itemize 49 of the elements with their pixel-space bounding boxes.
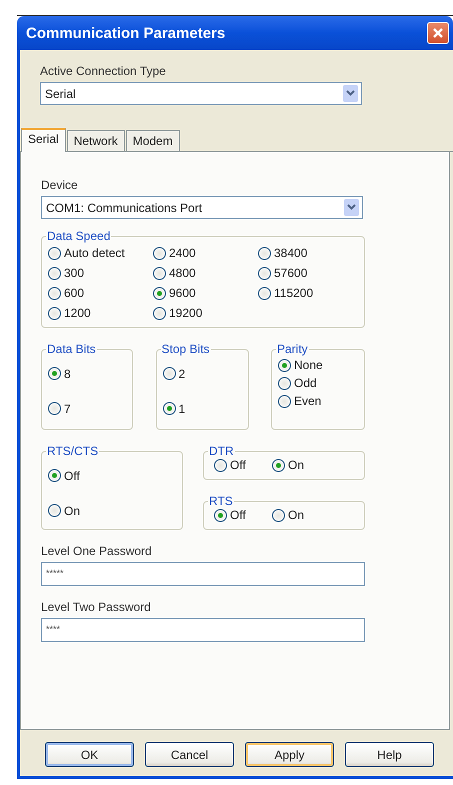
radio-button[interactable]: Auto detect <box>48 243 153 263</box>
group-title: Parity <box>276 342 309 356</box>
radio-button[interactable]: Off <box>214 458 272 472</box>
radio-button[interactable]: Even <box>278 394 358 408</box>
group-title: RTS <box>208 494 234 508</box>
radio-button[interactable]: 9600 <box>153 283 258 303</box>
connection-type-dropdown[interactable]: Serial <box>40 82 362 105</box>
close-icon <box>432 27 444 39</box>
group-title: DTR <box>208 444 235 458</box>
password-field[interactable]: **** <box>41 618 365 642</box>
close-button[interactable] <box>427 22 449 44</box>
radio-button[interactable]: On <box>272 458 330 472</box>
radio-button[interactable]: Off <box>214 508 272 522</box>
radio-button[interactable]: 7 <box>48 402 126 416</box>
radio-button[interactable]: 600 <box>48 283 153 303</box>
tab[interactable]: Serial <box>21 128 66 152</box>
device-dropdown[interactable]: COM1: Communications Port <box>41 196 363 219</box>
radio-button[interactable]: Off <box>48 468 176 482</box>
field-label: Device <box>41 178 79 192</box>
radio-button[interactable]: On <box>48 504 176 518</box>
radio-button[interactable]: 38400 <box>258 243 358 263</box>
radio-button[interactable]: On <box>272 508 330 522</box>
dialog-button[interactable]: OK <box>45 742 134 767</box>
dialog-button[interactable]: Help <box>345 742 434 767</box>
radio-button[interactable]: 57600 <box>258 263 358 283</box>
tab[interactable]: Modem <box>126 130 180 151</box>
password-field[interactable]: ***** <box>41 562 365 586</box>
radio-button[interactable]: 115200 <box>258 283 358 303</box>
radio-button[interactable]: 300 <box>48 263 153 283</box>
field-label: Active Connection Type <box>40 64 167 78</box>
radio-button[interactable]: 8 <box>48 366 126 380</box>
group-title: Data Bits <box>46 342 97 356</box>
window-title: Communication Parameters <box>26 24 226 42</box>
group-title: Stop Bits <box>160 342 211 356</box>
field-label: Level One Password <box>41 544 153 558</box>
radio-button[interactable]: 2 <box>162 366 242 380</box>
radio-button[interactable]: None <box>278 358 358 372</box>
tab[interactable]: Network <box>66 130 125 151</box>
radio-button[interactable]: 4800 <box>153 263 258 283</box>
radio-button[interactable]: 19200 <box>153 303 258 323</box>
field-label: Level Two Password <box>41 600 152 614</box>
dialog-button[interactable]: Apply <box>245 742 334 767</box>
group-title: RTS/CTS <box>46 444 100 458</box>
radio-button[interactable]: 1200 <box>48 303 153 323</box>
radio-button[interactable]: Odd <box>278 376 358 390</box>
radio-button[interactable]: 2400 <box>153 243 258 263</box>
group-title: Data Speed <box>46 229 112 243</box>
radio-button[interactable]: 1 <box>162 402 242 416</box>
dialog-button[interactable]: Cancel <box>145 742 234 767</box>
